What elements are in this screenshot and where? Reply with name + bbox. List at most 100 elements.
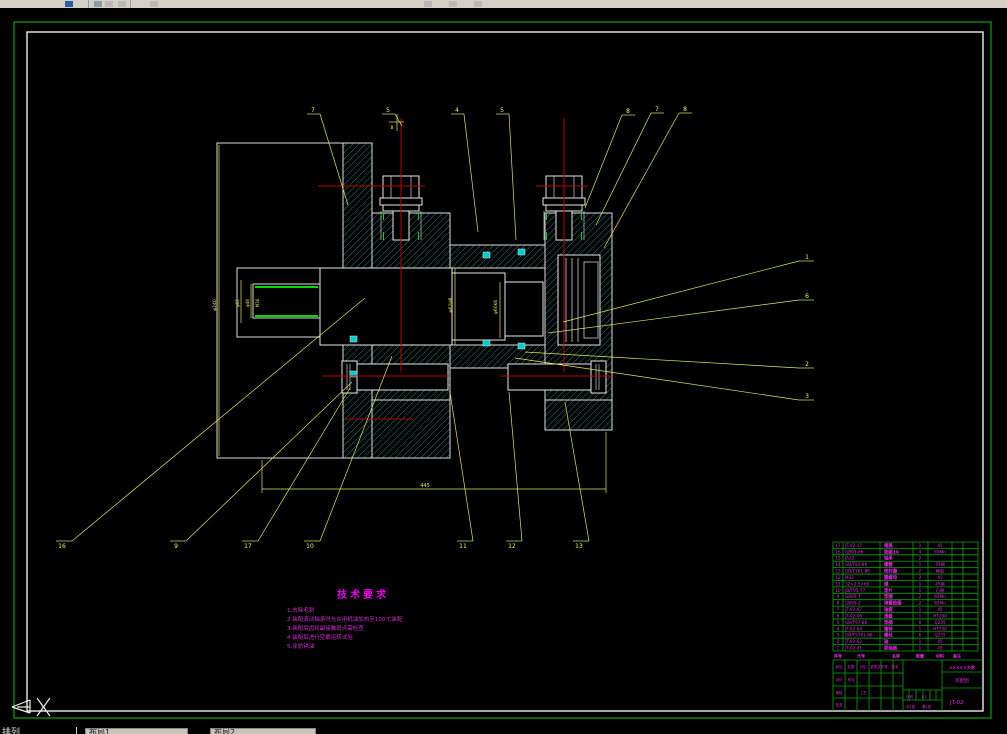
bom-cell-text: GB93-86	[845, 549, 864, 554]
bom-cell-text: 32×2.5×60	[845, 581, 870, 586]
bom-cell-text: 2	[919, 556, 922, 561]
bom-cell-text: 2	[919, 601, 922, 606]
dim-text: φ62H8	[448, 297, 454, 312]
dim-text: φ48	[245, 299, 250, 307]
tab-layout2[interactable]: 布局2	[210, 728, 316, 734]
sheet-number: 第1张	[922, 704, 932, 709]
dim-text: φ60k6	[493, 300, 499, 314]
zoom-icon[interactable]	[150, 1, 158, 7]
bom-cell-text: 轴	[884, 638, 889, 645]
bom-cell-text: JT-02-01	[844, 645, 862, 650]
bom-cell-text: 11	[835, 581, 841, 586]
balloon: 10	[306, 543, 314, 550]
bom-cell-text: 轴套	[884, 606, 893, 613]
bom-cell-text: 数量	[915, 653, 924, 659]
bom-cell-text: 1	[837, 645, 840, 650]
bom-cell-text: 轴承	[884, 555, 893, 562]
balloon: 5	[500, 107, 504, 114]
help-icon[interactable]	[474, 1, 482, 7]
bom-cell-text: 45	[937, 639, 943, 644]
bom-cell-text: 垫圈	[884, 593, 893, 600]
section-label: B	[390, 125, 393, 131]
bom-cell-text: 3	[837, 633, 840, 638]
bom-cell-text: HT200	[933, 626, 947, 631]
seal-mark	[483, 252, 490, 258]
seal-mark	[518, 343, 525, 349]
bom-cell-text: 垫片	[884, 587, 893, 594]
bom-cell-text: 1	[919, 639, 922, 644]
dim-text: 445	[420, 483, 430, 489]
app-icon[interactable]	[65, 1, 73, 7]
bom-cell-text: 45	[937, 543, 943, 548]
ucs-icon	[12, 698, 50, 716]
bom-cell-text: 6	[919, 633, 922, 638]
toolbar-separator	[88, 0, 89, 8]
bom-cell-text: 密封圈	[884, 568, 898, 575]
seal-mark	[350, 336, 357, 342]
bom-cell-text: 弹簧垫圈	[884, 600, 902, 607]
save-icon[interactable]	[105, 1, 113, 7]
bom-cell-text: JA32	[844, 556, 855, 561]
balloon: 8	[683, 106, 687, 113]
bom-cell-text: 工艺	[860, 690, 868, 695]
balloon: 9	[174, 543, 178, 550]
bom-cell-text: 1	[919, 581, 922, 586]
seal-mark	[483, 340, 490, 346]
bom-cell-text: 橡胶	[936, 568, 944, 575]
balloon: 12	[508, 543, 516, 550]
tech-req-line: 1.去除毛刺	[287, 607, 402, 616]
bom-cell-text: 螺栓	[884, 632, 893, 639]
part-foot-left	[372, 400, 450, 458]
bom-cell-text: 12	[835, 575, 841, 580]
balloon: 16	[58, 543, 66, 550]
drawing-frame	[27, 32, 983, 711]
balloon: 13	[575, 543, 583, 550]
bom-cell-text: Q235	[934, 633, 946, 638]
balloon: 7	[655, 106, 659, 113]
dim-text: φ62	[235, 299, 240, 307]
bom-cell-text: 标记	[836, 664, 844, 669]
drawing-canvas[interactable]: 7 5 4 5 8 7 8 1 6 2 3 16 9 17 10 11 12	[0, 8, 1007, 727]
bom-cell-text: JT-02-17	[844, 543, 862, 548]
bom-cell-text: 代号	[856, 653, 865, 659]
balloon: 5	[386, 107, 390, 114]
bom-cell-text: 1	[919, 626, 922, 631]
tech-req-line: 4.装配后进行空载运转试验	[287, 634, 402, 643]
title-block-texts: ×××××大学 装配图 JT-02 比例 1:1 共1张 第1张	[906, 664, 976, 709]
bom-cell-text: GB/T5781-86	[845, 633, 873, 638]
balloon: 1	[805, 254, 809, 261]
cad-viewport[interactable]: 7 5 4 5 8 7 8 1 6 2 3 16 9 17 10 11 12	[0, 8, 1007, 727]
bom-cell-text: 垫圈16	[884, 548, 899, 555]
tab-layout1[interactable]: 布局1	[85, 728, 188, 734]
bom-cell-text: 6	[919, 620, 922, 625]
bom-cell-text: 65Mn	[934, 549, 946, 554]
bom-cell-text: JT-02-07	[844, 607, 862, 612]
open-icon[interactable]	[94, 1, 102, 7]
layer-icon[interactable]	[449, 1, 457, 7]
technical-requirements: 技术要求 1.去除毛刺 2.装配滚动轴承时允许用机油加热至100℃装配 3.装配…	[287, 586, 402, 652]
seal-mark	[518, 249, 525, 255]
pan-icon[interactable]	[424, 1, 432, 7]
balloon: 4	[455, 107, 459, 114]
tech-req-line: 5.涂防锈油	[287, 643, 402, 652]
status-separator	[76, 727, 77, 734]
bom-cell-text: 处数	[848, 664, 856, 669]
bom-cell-text: 4	[837, 626, 840, 631]
bom-cell-text: 键	[883, 580, 889, 587]
bolt-shank	[508, 364, 592, 390]
bom-cell-text: 圆螺母	[884, 574, 898, 581]
bom-cell-text: GB/T761-86	[845, 569, 870, 574]
bom-cell-text: 1	[919, 588, 922, 593]
bom-cell-text: 1	[919, 645, 922, 650]
scale-value: 1:1	[921, 695, 927, 699]
bom-cell-text: 垫圈	[884, 619, 893, 626]
bom-cell-text: 45	[937, 645, 943, 650]
dim-text: φ240	[212, 299, 218, 311]
status-left-text: 排列	[2, 727, 20, 734]
print-icon[interactable]	[118, 1, 126, 7]
scale-label: 比例	[906, 694, 914, 699]
bom-cell-text: 65Mn	[934, 594, 946, 599]
bom-cell-text: 10	[835, 588, 841, 593]
bom-cell-text: 签名	[892, 664, 899, 669]
bom-cell-text: 8	[837, 601, 840, 606]
